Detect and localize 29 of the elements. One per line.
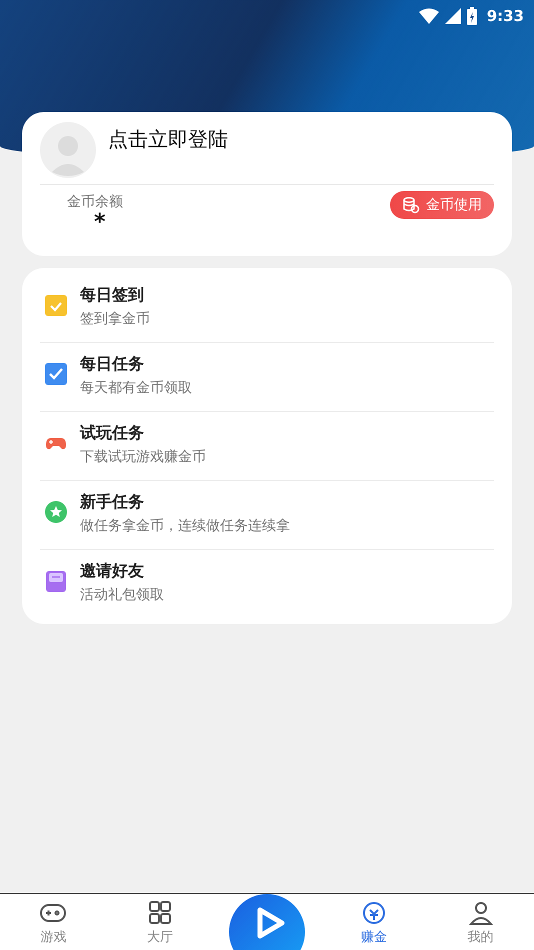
task-item[interactable]: 邀请好友 活动礼包领取: [40, 550, 494, 618]
person-icon: [466, 900, 495, 926]
task-subtitle: 下载试玩游戏赚金币: [80, 448, 206, 466]
task-item[interactable]: 每日签到 签到拿金币: [40, 274, 494, 343]
task-subtitle: 做任务拿金币，连续做任务连续拿: [80, 517, 290, 535]
task-item[interactable]: 每日任务 每天都有金币领取: [40, 343, 494, 412]
task-subtitle: 签到拿金币: [80, 310, 150, 328]
task-title: 每日任务: [80, 354, 145, 375]
task-item[interactable]: 新手任务 做任务拿金币，连续做任务连续拿: [40, 481, 494, 550]
status-time: 9:33: [486, 7, 524, 25]
nav-tab[interactable]: 大厅: [138, 894, 182, 950]
nav-tab[interactable]: 我的: [458, 894, 503, 950]
task-title: 试玩任务: [80, 423, 145, 444]
wifi-icon: [418, 8, 439, 24]
play-button[interactable]: [228, 894, 305, 950]
battery-icon: [466, 7, 477, 25]
task-subtitle: 每天都有金币领取: [80, 379, 192, 397]
nav-tab[interactable]: 赚金: [352, 894, 396, 950]
task-item[interactable]: 试玩任务 下载试玩游戏赚金币: [40, 412, 494, 481]
balance-value: *: [93, 211, 107, 236]
balance-label: 金币余额: [67, 193, 123, 211]
coins-icon: [402, 196, 420, 214]
nav-tab[interactable]: 游戏: [31, 894, 76, 950]
signal-icon: [444, 8, 461, 24]
login-link[interactable]: 点击立即登陆: [108, 126, 228, 153]
task-subtitle: 活动礼包领取: [80, 586, 164, 604]
task-title: 邀请好友: [80, 561, 145, 582]
task-title: 新手任务: [80, 492, 145, 513]
task-title: 每日签到: [80, 285, 145, 306]
